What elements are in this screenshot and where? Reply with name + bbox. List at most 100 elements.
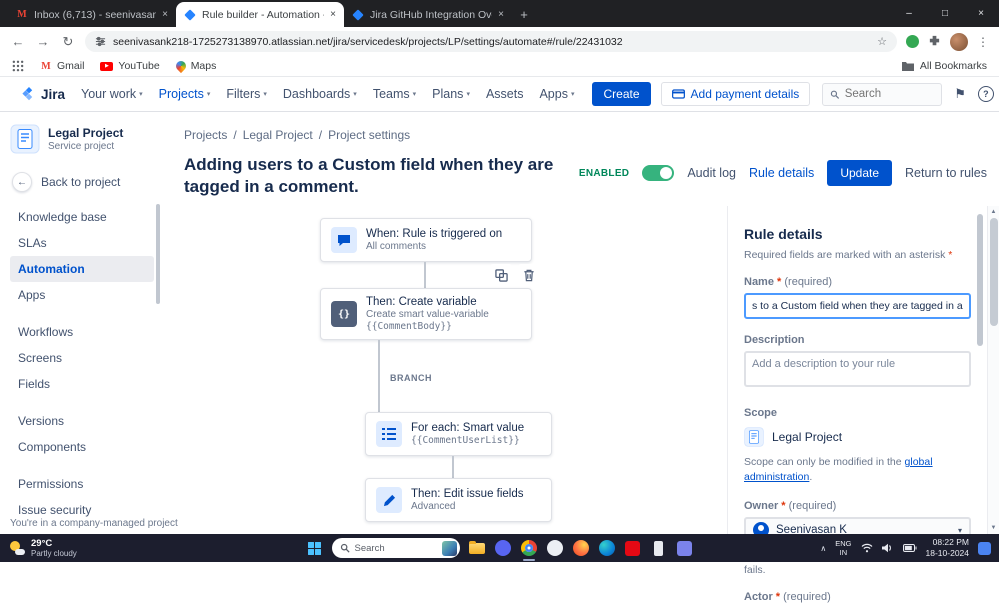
variable-braces-icon: {}	[331, 301, 357, 327]
create-button[interactable]: Create	[592, 82, 650, 106]
taskbar-chrome-icon[interactable]	[520, 539, 538, 557]
taskbar-app-icon[interactable]	[546, 539, 564, 557]
scroll-up-icon[interactable]: ▲	[991, 208, 997, 216]
sidebar-item-fields[interactable]: Fields	[10, 371, 154, 397]
bookmark-gmail[interactable]: M Gmail	[40, 60, 84, 72]
window-controls: – □ ×	[891, 0, 999, 27]
taskbar-firefox-icon[interactable]	[572, 539, 590, 557]
rule-details-link[interactable]: Rule details	[749, 166, 814, 180]
enabled-toggle[interactable]	[642, 165, 674, 181]
audit-log-link[interactable]: Audit log	[687, 166, 736, 180]
tab-close-icon[interactable]: ×	[330, 9, 336, 20]
tray-expand-icon[interactable]: ∧	[820, 544, 826, 553]
nav-teams[interactable]: Teams▾	[373, 87, 416, 101]
notification-center-icon[interactable]	[978, 542, 991, 555]
panel-scrollbar-thumb[interactable]	[977, 214, 983, 346]
nav-dashboards[interactable]: Dashboards▾	[283, 87, 357, 101]
minimize-button[interactable]: –	[891, 0, 927, 27]
taskbar-edge-icon[interactable]	[598, 539, 616, 557]
nav-projects[interactable]: Projects▾	[159, 87, 211, 101]
extension-icon[interactable]	[906, 35, 919, 48]
taskbar-phone-link-icon[interactable]	[650, 539, 668, 557]
jira-logo[interactable]: Jira	[22, 87, 65, 102]
new-tab-button[interactable]: +	[512, 2, 536, 27]
sidebar-item-screens[interactable]: Screens	[10, 345, 154, 371]
sidebar-item-slas[interactable]: SLAs	[10, 230, 154, 256]
close-window-button[interactable]: ×	[963, 0, 999, 27]
sidebar-item-automation[interactable]: Automation	[10, 256, 154, 282]
tab-close-icon[interactable]: ×	[162, 9, 168, 20]
nav-filters[interactable]: Filters▾	[226, 87, 267, 101]
browser-tab-rule-builder[interactable]: Rule builder - Automation - Le ×	[176, 2, 344, 27]
apps-grid-icon[interactable]	[12, 60, 24, 72]
browser-tab-gmail[interactable]: M Inbox (6,713) - seenivasank12 ×	[8, 2, 176, 27]
forward-icon[interactable]: →	[35, 34, 51, 49]
delete-component-icon[interactable]	[518, 264, 540, 286]
taskbar-media-app-icon[interactable]	[624, 539, 642, 557]
return-to-rules-link[interactable]: Return to rules	[905, 166, 987, 180]
start-button[interactable]	[306, 539, 324, 557]
sidebar-item-apps[interactable]: Apps	[10, 282, 154, 308]
language-indicator[interactable]: ENG IN	[835, 539, 851, 558]
sidebar-item-versions[interactable]: Versions	[10, 408, 154, 434]
bookmarks-bar: M Gmail ▶ YouTube Maps All Bookmarks	[0, 56, 999, 77]
jira-top-nav: Jira Your work▾ Projects▾ Filters▾ Dashb…	[0, 77, 999, 112]
browser-profile-avatar[interactable]	[950, 33, 968, 51]
rule-name-input[interactable]	[744, 293, 971, 319]
add-payment-details-button[interactable]: Add payment details	[661, 82, 811, 106]
for-each-card[interactable]: For each: Smart value {{CommentUserList}…	[365, 412, 552, 456]
back-icon[interactable]: ←	[10, 34, 26, 49]
tab-close-icon[interactable]: ×	[498, 9, 504, 20]
wifi-icon[interactable]	[861, 543, 873, 553]
breadcrumb-projects[interactable]: Projects	[184, 128, 227, 142]
sidebar-item-knowledge-base[interactable]: Knowledge base	[10, 204, 154, 230]
all-bookmarks-button[interactable]: All Bookmarks	[902, 60, 987, 72]
volume-icon[interactable]	[882, 543, 894, 553]
nav-apps[interactable]: Apps▾	[539, 87, 574, 101]
bookmark-label: Maps	[191, 60, 217, 72]
clock[interactable]: 08:22 PM 18-10-2024	[926, 537, 969, 559]
taskbar-center: Search	[306, 534, 694, 562]
help-icon[interactable]: ?	[978, 86, 994, 102]
site-info-icon[interactable]	[95, 36, 106, 47]
reload-icon[interactable]: ↻	[60, 34, 76, 50]
browser-tab-jira-github[interactable]: Jira GitHub Integration Overvi ×	[344, 2, 512, 27]
connector-line	[424, 262, 426, 288]
taskbar-file-explorer-icon[interactable]	[468, 539, 486, 557]
edit-issue-fields-card[interactable]: Then: Edit issue fields Advanced	[365, 478, 552, 522]
taskbar-discord-icon[interactable]	[494, 539, 512, 557]
taskbar-search[interactable]: Search	[332, 538, 460, 558]
page-scrollbar-thumb[interactable]	[990, 218, 998, 326]
sidebar-scrollbar-thumb[interactable]	[156, 204, 160, 304]
address-bar[interactable]: seenivasank218-1725273138970.atlassian.n…	[85, 31, 897, 52]
maximize-button[interactable]: □	[927, 0, 963, 27]
bookmark-youtube[interactable]: ▶ YouTube	[100, 60, 159, 72]
announcement-flag-icon[interactable]: ⚑	[954, 86, 966, 102]
taskbar-teams-icon[interactable]	[676, 539, 694, 557]
sidebar-item-workflows[interactable]: Workflows	[10, 319, 154, 345]
gmail-favicon-icon: M	[16, 9, 28, 21]
nav-your-work[interactable]: Your work▾	[81, 87, 143, 101]
create-variable-card[interactable]: {} Then: Create variable Create smart va…	[320, 288, 532, 340]
bookmark-star-icon[interactable]: ☆	[877, 35, 887, 48]
battery-icon[interactable]	[903, 544, 917, 552]
taskbar-weather-widget[interactable]: 29°C Partly cloudy	[0, 538, 150, 559]
browser-menu-icon[interactable]: ⋮	[977, 35, 989, 49]
nav-assets[interactable]: Assets	[486, 87, 524, 101]
copy-component-icon[interactable]	[490, 264, 512, 286]
rule-description-textarea[interactable]	[744, 351, 971, 387]
breadcrumb-legal-project[interactable]: Legal Project	[243, 128, 313, 142]
back-to-project[interactable]: ← Back to project	[12, 172, 154, 192]
bookmark-maps[interactable]: Maps	[176, 60, 217, 72]
scroll-down-icon[interactable]: ▼	[991, 524, 997, 532]
trigger-card[interactable]: When: Rule is triggered on All comments	[320, 218, 532, 262]
breadcrumb-project-settings[interactable]: Project settings	[328, 128, 410, 142]
sidebar-item-permissions[interactable]: Permissions	[10, 471, 154, 497]
nav-plans[interactable]: Plans▾	[432, 87, 470, 101]
jira-search-box[interactable]	[822, 83, 942, 106]
sidebar-item-components[interactable]: Components	[10, 434, 154, 460]
scope-project-name: Legal Project	[772, 430, 842, 444]
update-button[interactable]: Update	[827, 160, 892, 186]
jira-search-input[interactable]	[845, 88, 935, 100]
extensions-puzzle-icon[interactable]	[928, 35, 941, 48]
